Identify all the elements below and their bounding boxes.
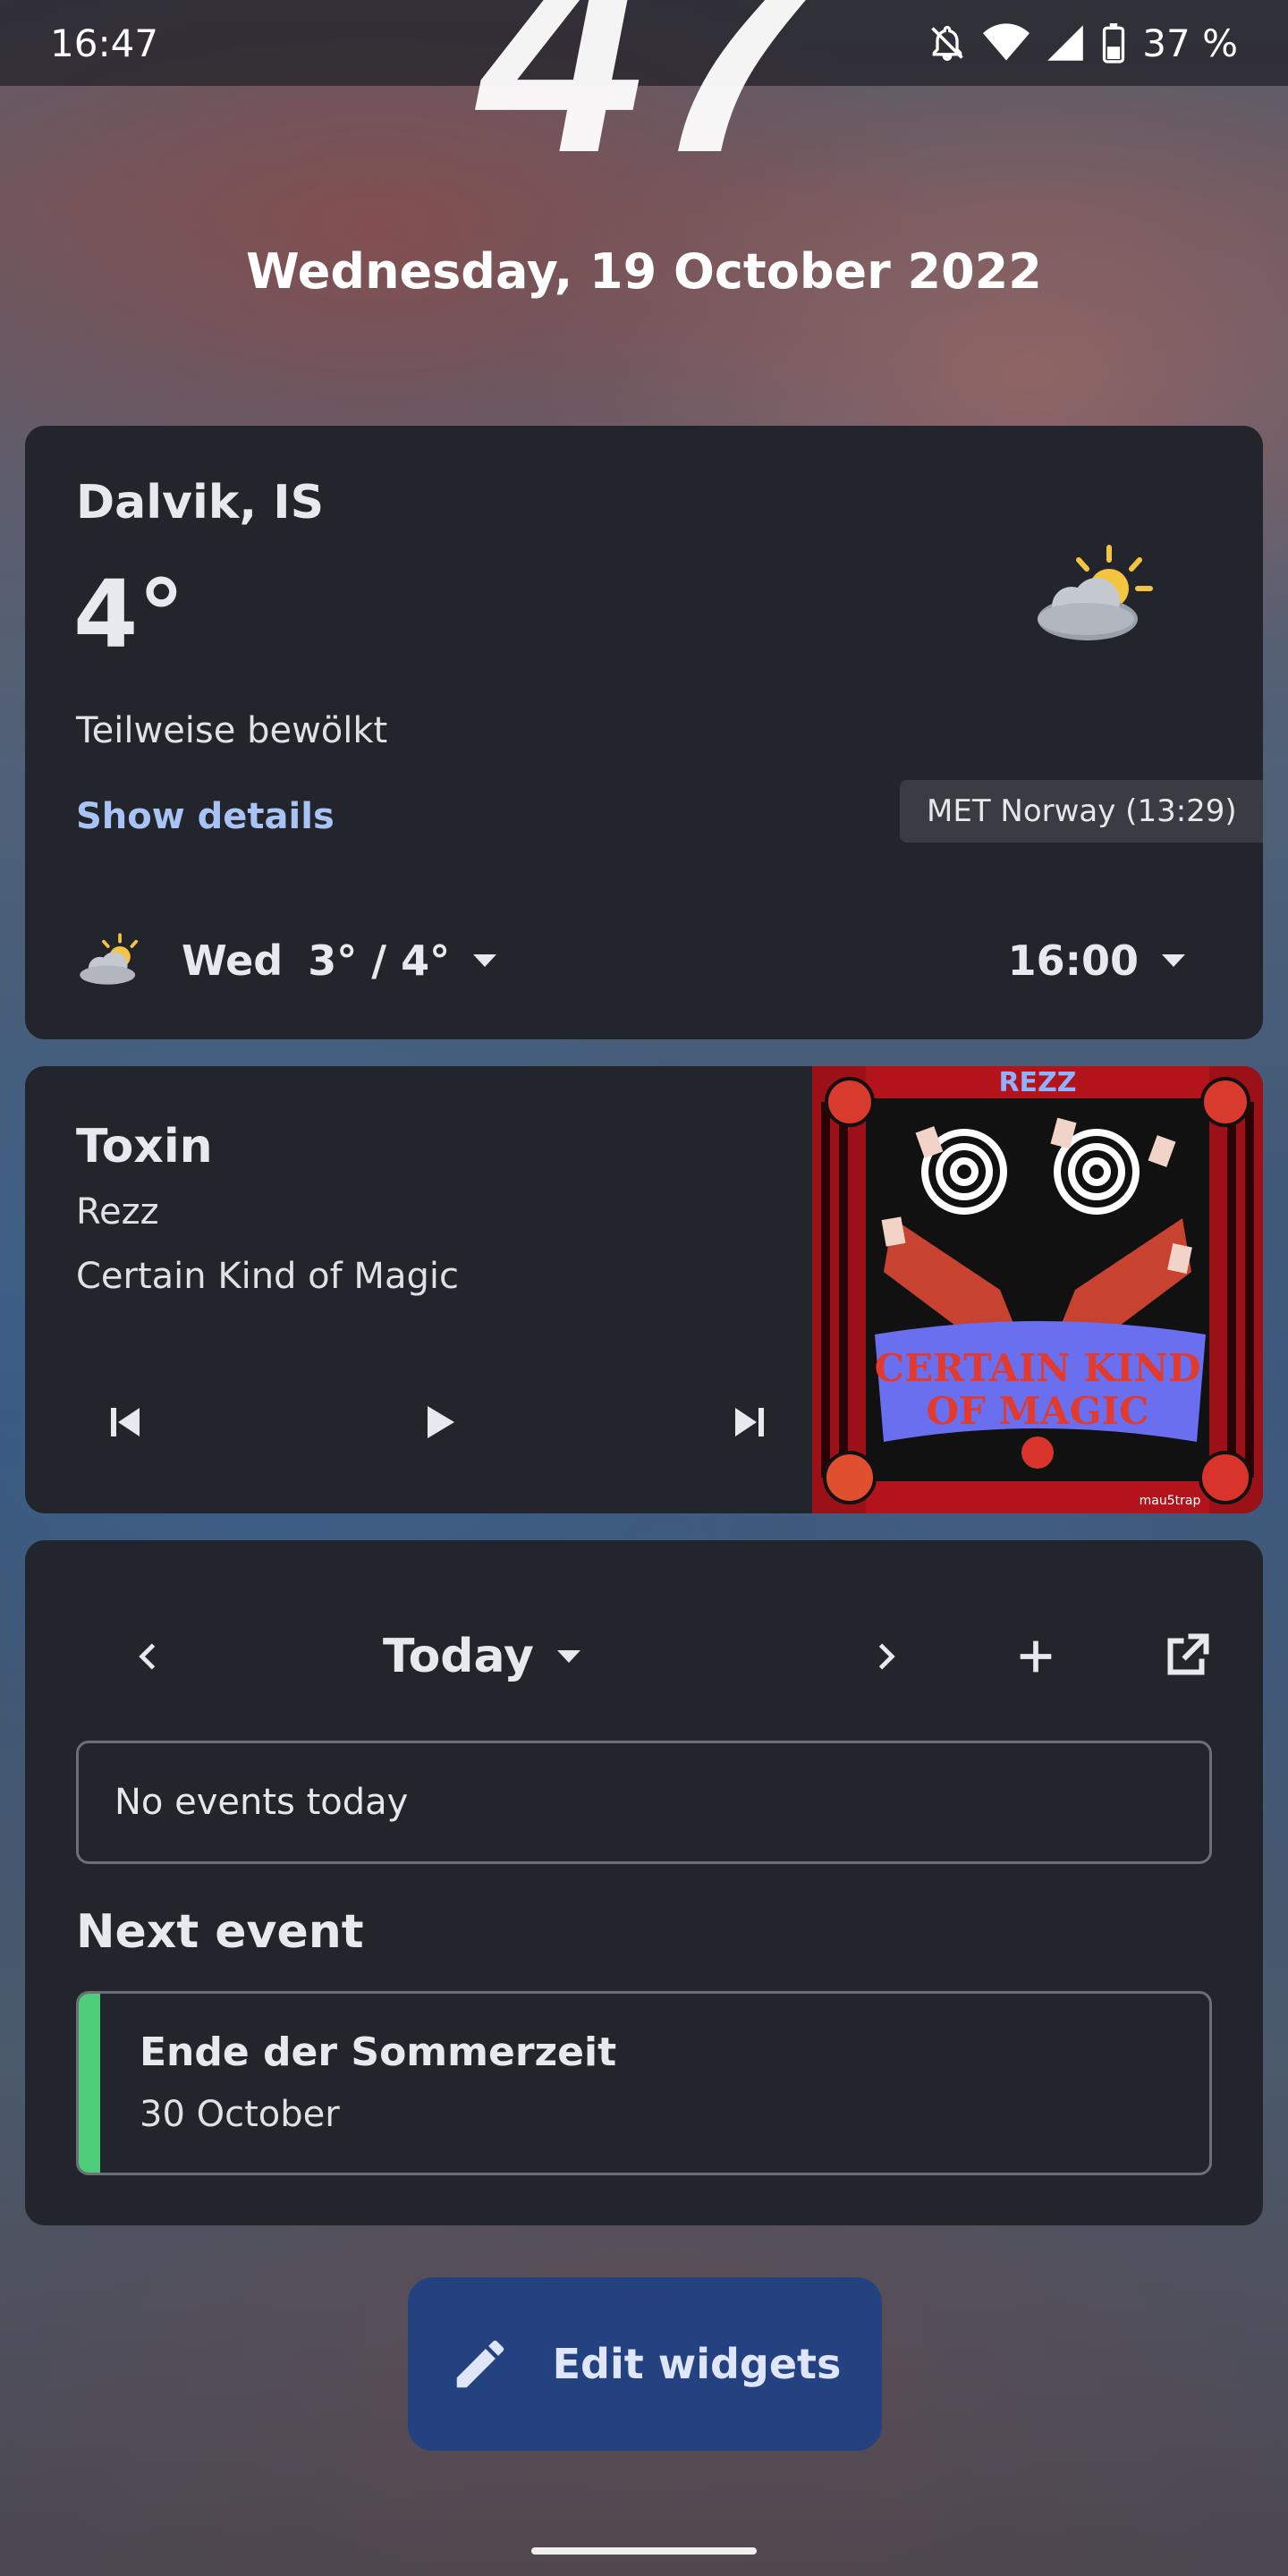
- weather-source: MET Norway (13:29): [900, 780, 1263, 843]
- play-button[interactable]: [402, 1386, 474, 1458]
- edit-widgets-label: Edit widgets: [552, 2340, 842, 2388]
- no-events-message: No events today: [76, 1741, 1212, 1864]
- signal-icon: [1047, 25, 1084, 61]
- pencil-icon: [456, 2340, 504, 2388]
- chevron-down-icon[interactable]: [473, 954, 497, 967]
- skip-next-icon: [735, 1408, 764, 1436]
- previous-track-button[interactable]: [89, 1386, 161, 1458]
- calendar-toolbar: Today: [25, 1603, 1263, 1710]
- partly-cloudy-icon: [1038, 545, 1153, 640]
- open-external-icon: [1167, 1633, 1209, 1675]
- chevron-right-icon: [878, 1643, 895, 1670]
- wifi-icon: [983, 23, 1030, 61]
- range-label: Today: [383, 1630, 534, 1683]
- gesture-navigation-bar[interactable]: [531, 2547, 757, 2555]
- album-art-brand: REZZ: [998, 1067, 1076, 1098]
- event-title: Ende der Sommerzeit: [140, 2029, 617, 2075]
- status-time: 16:47: [50, 21, 159, 65]
- range-selector[interactable]: Today: [383, 1621, 580, 1692]
- event-color-bar: [79, 1994, 100, 2173]
- show-details-link[interactable]: Show details: [76, 796, 335, 837]
- weather-widget[interactable]: Dalvik, IS 4° Teilweise bewölkt Show det…: [25, 426, 1263, 1039]
- forecast-day: Wed: [182, 936, 284, 985]
- plus-icon: [1020, 1640, 1052, 1673]
- chevron-down-icon: [1162, 954, 1185, 967]
- next-track-button[interactable]: [714, 1386, 785, 1458]
- next-day-button[interactable]: [850, 1621, 921, 1692]
- track-title: Toxin: [76, 1120, 213, 1174]
- status-icons: 37 %: [928, 21, 1238, 65]
- album-art-title-line1: CERTAIN KIND: [875, 1346, 1201, 1390]
- lockscreen-date: Wednesday, 19 October 2022: [246, 243, 1042, 300]
- weather-forecast-row[interactable]: Wed 3° / 4° 16:00: [76, 916, 1221, 1005]
- next-event-card[interactable]: Ende der Sommerzeit 30 October: [76, 1991, 1212, 2175]
- partly-cloudy-small-icon: [80, 933, 139, 985]
- bell-off-icon: [931, 26, 964, 61]
- previous-day-button[interactable]: [113, 1621, 184, 1692]
- forecast-time-selector[interactable]: 16:00: [1008, 916, 1185, 1005]
- album-art: REZZ CERTAIN KIND OF MAGIC mau5trap: [812, 1066, 1263, 1513]
- weather-location: Dalvik, IS: [76, 476, 325, 530]
- open-calendar-button[interactable]: [1150, 1621, 1222, 1692]
- forecast-time: 16:00: [1007, 936, 1139, 985]
- add-event-button[interactable]: [1000, 1621, 1072, 1692]
- album-art-title-line2: OF MAGIC: [926, 1389, 1148, 1433]
- media-widget[interactable]: Toxin Rezz Certain Kind of Magic REZZ CE…: [25, 1066, 1263, 1513]
- next-event-heading: Next event: [76, 1905, 364, 1959]
- track-artist: Rezz: [76, 1191, 159, 1233]
- track-album: Certain Kind of Magic: [76, 1256, 459, 1297]
- event-date: 30 October: [140, 2094, 340, 2135]
- play-icon: [428, 1406, 454, 1438]
- chevron-left-icon: [139, 1643, 156, 1670]
- skip-previous-icon: [111, 1408, 140, 1436]
- battery-icon: [1103, 23, 1125, 64]
- forecast-range: 3° / 4°: [308, 936, 451, 985]
- edit-widgets-button[interactable]: Edit widgets: [408, 2277, 882, 2451]
- weather-condition: Teilweise bewölkt: [76, 710, 388, 751]
- calendar-widget[interactable]: Today No events today Next event Ende de…: [25, 1540, 1263, 2225]
- chevron-down-icon: [556, 1650, 580, 1663]
- lockscreen-clock: 47: [479, 0, 826, 214]
- weather-temperature: 4°: [73, 560, 185, 669]
- album-art-label: mau5trap: [1140, 1494, 1201, 1508]
- battery-percent: 37 %: [1142, 21, 1238, 65]
